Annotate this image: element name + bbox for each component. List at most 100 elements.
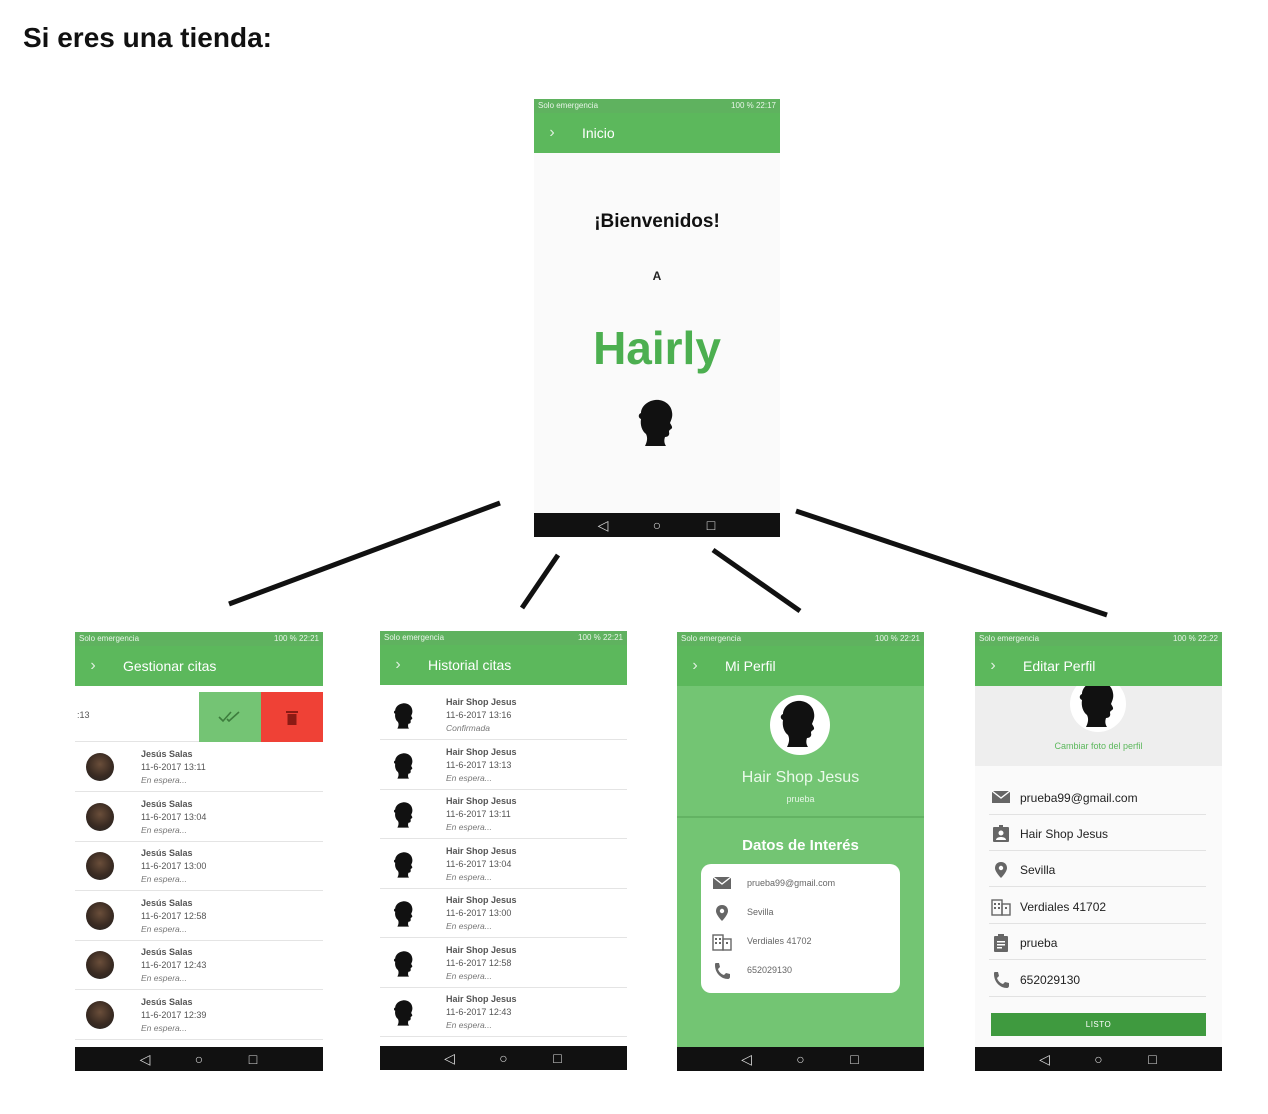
home-icon[interactable]: ○ [651, 517, 663, 533]
mail-icon [712, 876, 732, 889]
list-item-status: En espera... [446, 772, 492, 783]
back-icon[interactable]: ◁ [444, 1050, 456, 1067]
phone-mi-perfil: Solo emergencia 100 % 22:21 › Mi Perfil … [677, 632, 924, 1071]
list-item-status: En espera... [141, 923, 187, 934]
connector-line-perfil [711, 547, 802, 614]
list-item[interactable]: Hair Shop Jesus 11-6-2017 13:16 Confirmada [380, 690, 627, 740]
nav-bar: ◁ ○ □ [75, 1047, 323, 1071]
profile-subtitle: prueba [786, 794, 815, 804]
list-item[interactable]: Jesús Salas 11-6-2017 13:00 En espera... [75, 841, 323, 891]
back-icon[interactable]: ◁ [741, 1051, 753, 1068]
list-item-status: En espera... [446, 970, 492, 981]
list-item[interactable]: Jesús Salas 11-6-2017 12:58 En espera... [75, 891, 323, 941]
list-item-date: 11-6-2017 13:16 [446, 710, 512, 720]
name-field[interactable]: Hair Shop Jesus [989, 818, 1206, 851]
list-item-name: Jesús Salas [141, 996, 193, 1007]
avatar [86, 951, 114, 979]
email-row: prueba99@gmail.com [701, 871, 900, 900]
list-item-date: 11-6-2017 13:00 [141, 861, 207, 871]
home-icon[interactable]: ○ [498, 1050, 510, 1066]
address-value: Verdiales 41702 [1020, 900, 1107, 914]
nav-bar: ◁ ○ □ [380, 1046, 627, 1070]
home-icon[interactable]: ○ [1093, 1051, 1105, 1067]
back-icon[interactable]: ◁ [1039, 1051, 1051, 1068]
avatar [86, 753, 114, 781]
status-time: 22:22 [1197, 634, 1218, 643]
home-icon[interactable]: ○ [193, 1051, 205, 1067]
email-field[interactable]: prueba99@gmail.com [989, 782, 1206, 815]
list-item[interactable]: Hair Shop Jesus 11-6-2017 12:43 En espera.… [380, 987, 627, 1037]
app-bar-title: Inicio [582, 125, 615, 141]
confirm-button[interactable] [199, 692, 261, 742]
list-item-date: 11-6-2017 13:11 [141, 762, 206, 772]
list-item[interactable]: Jesús Salas 11-6-2017 12:43 En espera... [75, 940, 323, 990]
list-item[interactable]: Hair Shop Jesus 11-6-2017 13:04 En espera.… [380, 839, 627, 889]
app-bar: › Gestionar citas [75, 646, 323, 686]
clipboard-icon [994, 934, 1008, 952]
phone-field[interactable]: 652029130 [989, 964, 1206, 997]
trash-icon [286, 710, 298, 725]
profile-name: Hair Shop Jesus [741, 769, 860, 786]
description-field[interactable]: prueba [989, 927, 1206, 960]
list-item[interactable]: Jesús Salas 11-6-2017 13:04 En espera... [75, 792, 323, 842]
chevron-right-icon[interactable]: › [677, 657, 713, 675]
recents-icon[interactable]: □ [552, 1050, 564, 1066]
status-right: 100 % 22:21 [578, 633, 623, 642]
recents-icon[interactable]: □ [849, 1051, 861, 1067]
recents-icon[interactable]: □ [247, 1051, 259, 1067]
head-silhouette-icon [637, 397, 677, 449]
connector-line-editar [795, 508, 1108, 618]
swiped-appointment-row[interactable]: :13 [75, 692, 323, 742]
recents-icon[interactable]: □ [705, 517, 717, 533]
status-bar: Solo emergencia 100 % 22:21 [380, 631, 627, 645]
list-item-name: Jesús Salas [141, 749, 193, 759]
connector-line-gestionar [228, 500, 501, 607]
address-row: Verdiales 41702 [701, 929, 900, 958]
list-item[interactable]: Jesús Salas 11-6-2017 12:39 En espera... [75, 990, 323, 1040]
list-item-status: En espera... [141, 775, 187, 785]
chevron-right-icon[interactable]: › [534, 124, 570, 142]
nav-bar: ◁ ○ □ [534, 513, 780, 537]
list-item-name: Hair Shop Jesus [446, 994, 517, 1004]
list-item-status: En espera... [446, 871, 492, 882]
back-icon[interactable]: ◁ [597, 517, 609, 534]
list-item-date: 11-6-2017 12:58 [141, 910, 207, 921]
list-item[interactable]: Hair Shop Jesus 11-6-2017 12:58 En espera.… [380, 938, 627, 988]
home-icon[interactable]: ○ [795, 1051, 807, 1067]
back-icon[interactable]: ◁ [139, 1051, 151, 1068]
list-item-date: 11-6-2017 13:04 [141, 811, 207, 822]
status-carrier: Solo emergencia [538, 101, 599, 110]
delete-button[interactable] [261, 692, 323, 742]
head-silhouette-icon [393, 801, 415, 829]
head-silhouette-icon [393, 752, 415, 780]
list-item-name: Hair Shop Jesus [446, 796, 517, 806]
recents-icon[interactable]: □ [1147, 1051, 1159, 1067]
list-item-name: Jesús Salas [141, 848, 193, 858]
phone-inicio: Solo emergencia 100 % 22:17 › Inicio ¡Bi… [534, 99, 780, 537]
chevron-right-icon[interactable]: › [75, 657, 111, 675]
city-row: Sevilla [701, 900, 900, 929]
city-field[interactable]: Sevilla [989, 854, 1206, 887]
head-silhouette-icon [393, 950, 415, 978]
swiped-row-time: :13 [77, 710, 90, 720]
list-item[interactable]: Hair Shop Jesus 11-6-2017 13:11 En espera.… [380, 789, 627, 839]
list-item-status: En espera... [141, 973, 187, 983]
address-text: Verdiales 41702 [747, 936, 812, 946]
change-photo-link[interactable]: Cambiar foto del perfil [975, 741, 1222, 751]
list-item[interactable]: Hair Shop Jesus 11-6-2017 13:00 En espera.… [380, 888, 627, 938]
nav-bar: ◁ ○ □ [975, 1047, 1222, 1071]
list-item-name: Hair Shop Jesus [446, 746, 517, 757]
list-item[interactable]: Jesús Salas 11-6-2017 13:11 En espera... [75, 742, 323, 792]
list-item-status: En espera... [141, 1022, 187, 1033]
list-item[interactable]: Hair Shop Jesus 11-6-2017 13:13 En espera.… [380, 740, 627, 790]
list-item-name: Jesús Salas [141, 897, 193, 908]
address-field[interactable]: Verdiales 41702 [989, 891, 1206, 924]
chevron-right-icon[interactable]: › [975, 657, 1011, 675]
chevron-right-icon[interactable]: › [380, 656, 416, 674]
done-button[interactable]: LISTO [991, 1013, 1206, 1036]
head-silhouette-icon [779, 698, 819, 750]
phone-text: 652029130 [747, 965, 793, 975]
nav-bar: ◁ ○ □ [677, 1047, 924, 1071]
status-bar: Solo emergencia 100 % 22:22 [975, 632, 1222, 646]
location-pin-icon [995, 862, 1007, 878]
